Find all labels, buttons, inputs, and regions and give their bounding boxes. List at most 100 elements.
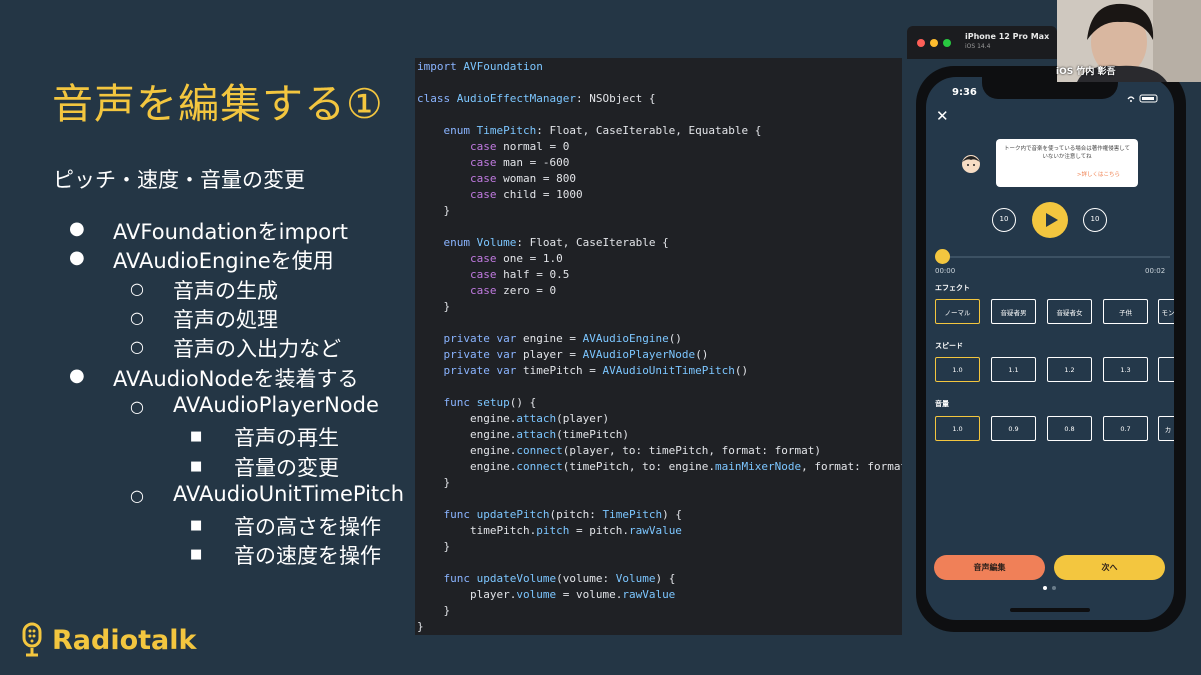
bullet-item: ■ 音の高さを操作 <box>190 511 381 541</box>
slide-title: 音声を編集する① <box>52 80 384 128</box>
code-line: engine.attach(timePitch) <box>417 428 629 441</box>
effect-chip[interactable]: 子供 <box>1103 299 1148 324</box>
bullet-marker: ○ <box>130 397 144 416</box>
participant-name: iOS 竹内 彰吾 <box>1056 67 1116 77</box>
bullet-marker: ○ <box>130 337 144 356</box>
avatar <box>962 155 980 173</box>
bullet-marker: ● <box>69 218 85 239</box>
play-icon <box>1046 213 1058 227</box>
code-line: engine.connect(timePitch, to: engine.mai… <box>417 460 902 473</box>
bullet-text: 音声の生成 <box>173 279 278 303</box>
minimize-window-button[interactable] <box>930 39 938 47</box>
code-line: } <box>417 540 451 553</box>
slide-subtitle: ピッチ・速度・音量の変更 <box>53 168 305 192</box>
speed-section-label: スピード <box>935 342 963 350</box>
skip-back-button[interactable]: 10 <box>992 208 1016 232</box>
close-window-button[interactable] <box>917 39 925 47</box>
simulator-os: iOS 14.4 <box>965 43 991 50</box>
code-line: class AudioEffectManager: NSObject { <box>417 92 656 105</box>
speed-chip[interactable]: 1.1 <box>991 357 1036 382</box>
home-indicator <box>1010 608 1090 612</box>
simulator-titlebar: iPhone 12 Pro Max iOS 14.4 <box>907 26 1057 59</box>
radiotalk-logo: Radiotalk <box>20 622 196 658</box>
effect-chip[interactable]: モン <box>1158 299 1174 324</box>
bullet-item: ○ AVAudioUnitTimePitch <box>130 482 404 506</box>
notice-link[interactable]: >詳しくはこちら <box>1077 170 1120 178</box>
page-dot <box>1052 586 1056 590</box>
bullet-text: 音量の変更 <box>234 456 339 480</box>
code-line: case one = 1.0 <box>469 252 563 265</box>
code-line: enum TimePitch: Float, CaseIterable, Equ… <box>443 124 762 137</box>
close-icon[interactable]: ✕ <box>936 107 949 125</box>
bullet-text: AVAudioEngineを使用 <box>113 249 334 273</box>
effect-chip[interactable]: ノーマル <box>935 299 980 324</box>
code-line: } <box>417 300 451 313</box>
effect-chip[interactable]: 音疑者男 <box>991 299 1036 324</box>
bullet-text: 音声の再生 <box>234 426 339 450</box>
seek-track[interactable] <box>936 256 1170 258</box>
code-line: func setup() { <box>443 396 537 409</box>
bullet-item: ● AVAudioNodeを装着する <box>69 363 359 393</box>
bullet-item: ○ 音声の処理 <box>130 304 278 334</box>
code-line: case normal = 0 <box>469 140 570 153</box>
code-line: } <box>417 476 451 489</box>
code-line: case child = 1000 <box>469 188 583 201</box>
code-line: } <box>417 204 451 217</box>
speed-chip[interactable]: 1.2 <box>1047 357 1092 382</box>
time-start: 00:00 <box>935 267 956 275</box>
code-line: enum Volume: Float, CaseIterable { <box>443 236 669 249</box>
volume-chip[interactable]: 0.9 <box>991 416 1036 441</box>
bullet-marker: ● <box>69 365 85 386</box>
code-line: case zero = 0 <box>469 284 557 297</box>
speed-chip[interactable]: 1.0 <box>935 357 980 382</box>
bullet-text: 音の高さを操作 <box>234 515 381 539</box>
bullet-item: ● AVAudioEngineを使用 <box>69 245 334 275</box>
status-time: 9:36 <box>952 87 977 98</box>
bullet-item: ■ 音声の再生 <box>190 422 339 452</box>
code-line: player.volume = volume.rawValue <box>417 588 676 601</box>
code-line: engine.connect(player, to: timePitch, fo… <box>417 444 821 457</box>
bullet-marker: ○ <box>130 308 144 327</box>
code-line: engine.attach(player) <box>417 412 610 425</box>
bullet-item: ○ AVAudioPlayerNode <box>130 393 379 417</box>
bullet-item: ○ 音声の入出力など <box>130 333 341 363</box>
code-line: } <box>417 604 451 617</box>
seek-knob[interactable] <box>935 249 950 264</box>
code-editor: import AVFoundation class AudioEffectMan… <box>415 58 902 635</box>
speed-chip[interactable] <box>1158 357 1174 382</box>
skip-forward-button[interactable]: 10 <box>1083 208 1107 232</box>
play-button[interactable] <box>1032 202 1068 238</box>
bullet-text: AVAudioPlayerNode <box>173 393 379 417</box>
status-icons <box>1126 88 1162 107</box>
code-line: } <box>417 620 424 633</box>
code-line: timePitch.pitch = pitch.rawValue <box>417 524 682 537</box>
effect-section-label: エフェクト <box>935 284 970 292</box>
next-button[interactable]: 次へ <box>1054 555 1165 580</box>
zoom-window-button[interactable] <box>943 39 951 47</box>
code-line: case woman = 800 <box>469 172 576 185</box>
bullet-marker: ■ <box>190 459 203 474</box>
bullet-item: ○ 音声の生成 <box>130 275 278 305</box>
notice-text: トーク内で音楽を使っている場合は著作権侵害していないか注意してね <box>1003 146 1131 160</box>
bullet-text: AVAudioNodeを装着する <box>113 367 359 391</box>
edit-audio-button[interactable]: 音声編集 <box>934 555 1045 580</box>
page-dot <box>1043 586 1047 590</box>
code-line: private var engine = AVAudioEngine() <box>443 332 682 345</box>
code-line: private var timePitch = AVAudioUnitTimeP… <box>443 364 749 377</box>
speed-chip[interactable]: 1.3 <box>1103 357 1148 382</box>
bullet-marker: ■ <box>190 429 203 444</box>
effect-chip[interactable]: 音疑者女 <box>1047 299 1092 324</box>
volume-chip[interactable]: カ <box>1158 416 1174 441</box>
volume-chip[interactable]: 1.0 <box>935 416 980 441</box>
volume-chip[interactable]: 0.8 <box>1047 416 1092 441</box>
code-line: func updatePitch(pitch: TimePitch) { <box>443 508 682 521</box>
slide: 音声を編集する① ピッチ・速度・音量の変更 ● AVFoundationをimpo… <box>0 0 1201 675</box>
bullet-marker: ■ <box>190 518 203 533</box>
bullet-marker: ● <box>69 247 85 268</box>
bullet-marker: ○ <box>130 486 144 505</box>
code-line: func updateVolume(volume: Volume) { <box>443 572 676 585</box>
bullet-marker: ○ <box>130 279 144 298</box>
bullet-text: 音声の入出力など <box>173 337 341 361</box>
bullet-text: AVFoundationをimport <box>113 220 348 244</box>
volume-chip[interactable]: 0.7 <box>1103 416 1148 441</box>
